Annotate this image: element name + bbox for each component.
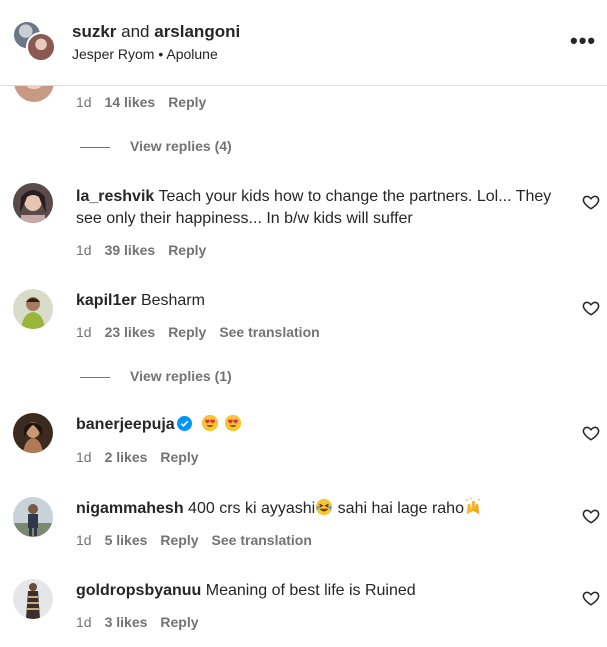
likes-count[interactable]: 39 likes — [105, 242, 156, 258]
see-translation-button[interactable]: See translation — [219, 324, 319, 340]
comment-text: kapil1er Besharm — [76, 290, 571, 312]
author-link-arslangoni[interactable]: arslangoni — [154, 22, 240, 41]
heart-icon[interactable] — [582, 424, 600, 442]
avatar[interactable] — [13, 289, 53, 329]
comment-body: Besharm — [140, 292, 205, 309]
comment-meta: 1d 39 likes Reply — [76, 242, 219, 258]
post-header: suzkr and arslangoni Jesper Ryom • Apolu… — [0, 0, 607, 86]
post-authors: suzkr and arslangoni — [72, 22, 240, 42]
reply-button[interactable]: Reply — [168, 324, 206, 340]
verified-badge-icon — [176, 416, 192, 431]
comment-meta: 1d 23 likes Reply See translation — [76, 324, 333, 340]
likes-count[interactable]: 3 likes — [105, 614, 148, 630]
avatar[interactable] — [13, 183, 53, 223]
replies-divider — [80, 146, 110, 148]
comment-text: goldropsbyanuu Meaning of best life is R… — [76, 580, 571, 602]
likes-count[interactable]: 23 likes — [105, 324, 156, 340]
laughing-tears-emoji — [316, 498, 333, 516]
heart-eyes-emoji — [201, 414, 218, 432]
view-replies-button[interactable]: View replies (1) — [80, 368, 232, 384]
comment-text: la_reshvik Teach your kids how to change… — [76, 186, 571, 230]
comment-meta: 1d 5 likes Reply See translation — [76, 532, 325, 548]
audio-credit[interactable]: Jesper Ryom • Apolune — [72, 46, 218, 62]
likes-count[interactable]: 2 likes — [105, 449, 148, 465]
heart-icon[interactable] — [582, 193, 600, 211]
comment-username[interactable]: kapil1er — [76, 292, 136, 309]
see-translation-button[interactable]: See translation — [212, 532, 312, 548]
heart-icon[interactable] — [582, 507, 600, 525]
likes-count[interactable]: 14 likes — [105, 94, 156, 110]
raising-hands-emoji — [465, 498, 481, 515]
avatar[interactable] — [13, 497, 53, 537]
reply-button[interactable]: Reply — [160, 449, 198, 465]
comment-username[interactable]: la_reshvik — [76, 188, 154, 205]
comment-text: nigammahesh 400 crs ki ayyashi sahi hai … — [76, 498, 571, 520]
comment-body: Meaning of best life is Ruined — [205, 582, 416, 599]
comment-meta: 1d 14 likes Reply — [76, 94, 219, 110]
comment-time: 1d — [76, 532, 92, 548]
likes-count[interactable]: 5 likes — [105, 532, 148, 548]
comment-meta: 1d 3 likes Reply — [76, 614, 212, 630]
reply-button[interactable]: Reply — [160, 614, 198, 630]
comment-body-continued: sahi hai lage raho — [333, 500, 464, 517]
avatar — [26, 32, 56, 62]
more-horizontal-icon[interactable]: ••• — [570, 28, 596, 54]
reply-button[interactable]: Reply — [160, 532, 198, 548]
heart-eyes-emoji — [224, 414, 241, 432]
comment-time: 1d — [76, 242, 92, 258]
view-replies-label: View replies (1) — [130, 368, 232, 384]
view-replies-label: View replies (4) — [130, 138, 232, 154]
comment-meta: 1d 2 likes Reply — [76, 449, 212, 465]
reply-button[interactable]: Reply — [168, 242, 206, 258]
comment-body: 400 crs ki ayyashi — [188, 500, 316, 517]
comment-time: 1d — [76, 324, 92, 340]
avatar[interactable] — [13, 413, 53, 453]
comment-time: 1d — [76, 614, 92, 630]
avatar[interactable] — [13, 579, 53, 619]
comment-time: 1d — [76, 449, 92, 465]
comment-username[interactable]: goldropsbyanuu — [76, 582, 201, 599]
heart-icon[interactable] — [582, 589, 600, 607]
comment-username[interactable]: banerjeepuja — [76, 416, 175, 433]
replies-divider — [80, 376, 110, 378]
comment-text: banerjeepuja — [76, 414, 571, 436]
collab-avatars[interactable] — [12, 20, 58, 66]
comment-username[interactable]: nigammahesh — [76, 500, 184, 517]
comment-time: 1d — [76, 94, 92, 110]
authors-conjunction: and — [116, 22, 155, 41]
author-link-suzkr[interactable]: suzkr — [72, 22, 116, 41]
view-replies-button[interactable]: View replies (4) — [80, 138, 232, 154]
reply-button[interactable]: Reply — [168, 94, 206, 110]
heart-icon[interactable] — [582, 299, 600, 317]
